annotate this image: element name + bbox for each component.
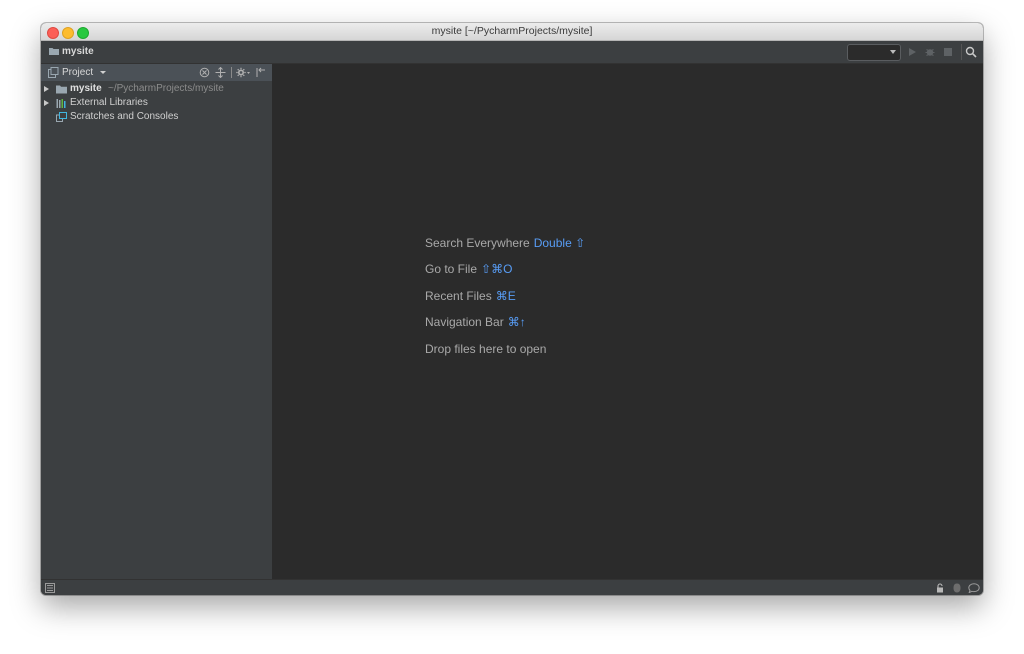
scroll-from-source-icon[interactable] — [199, 67, 210, 78]
ide-window: mysite [~/PycharmProjects/mysite] mysite — [41, 23, 983, 595]
window-title: mysite [~/PycharmProjects/mysite] — [431, 25, 593, 37]
stop-icon[interactable] — [942, 46, 954, 58]
search-icon[interactable] — [965, 46, 977, 58]
expand-arrow-icon[interactable] — [44, 86, 49, 92]
library-icon — [56, 99, 66, 108]
hint-label: Drop files here to open — [425, 342, 547, 356]
chevron-down-icon[interactable] — [100, 71, 106, 74]
scratches-icon — [56, 112, 67, 122]
tree-item-scratches[interactable]: Scratches and Consoles — [41, 110, 272, 124]
folder-icon — [49, 48, 59, 55]
editor-empty-area[interactable]: Search Everywhere Double ⇧ Go to File ⇧⌘O … — [273, 64, 983, 579]
run-configuration-select[interactable] — [847, 44, 901, 61]
navigation-bar: mysite — [41, 41, 983, 64]
lock-icon[interactable] — [935, 583, 945, 593]
hint-recent-files: Recent Files ⌘E — [425, 289, 516, 304]
hint-label: Navigation Bar — [425, 315, 504, 329]
hint-shortcut: ⌘↑ — [507, 315, 526, 329]
breadcrumb-mysite[interactable]: mysite — [62, 45, 94, 58]
tree-item-path: ~/PycharmProjects/mysite — [108, 83, 224, 94]
hide-panel-icon[interactable] — [255, 67, 266, 78]
header-divider — [231, 67, 232, 78]
project-view-icon — [48, 67, 59, 78]
run-icon[interactable] — [906, 46, 918, 58]
project-panel-header: Project — [41, 64, 272, 81]
folder-icon — [56, 85, 67, 94]
hint-shortcut: Double ⇧ — [533, 236, 586, 250]
hint-shortcut: ⇧⌘O — [481, 262, 513, 276]
hint-label: Recent Files — [425, 289, 492, 303]
tree-item-label: External Libraries — [70, 97, 148, 108]
debug-icon[interactable] — [924, 46, 936, 58]
hint-navigation-bar: Navigation Bar ⌘↑ — [425, 315, 526, 330]
collapse-all-icon[interactable] — [215, 67, 226, 78]
tree-item-label: mysite — [70, 83, 102, 94]
tree-item-mysite[interactable]: mysite ~/PycharmProjects/mysite — [41, 82, 272, 96]
project-view-selector[interactable]: Project — [62, 66, 93, 79]
chevron-down-icon — [890, 50, 896, 54]
tool-windows-toggle-icon[interactable] — [45, 583, 55, 593]
title-bar: mysite [~/PycharmProjects/mysite] — [41, 23, 983, 41]
hint-search-everywhere: Search Everywhere Double ⇧ — [425, 236, 585, 251]
status-bar — [41, 579, 983, 595]
tree-item-label: Scratches and Consoles — [70, 111, 179, 122]
hint-go-to-file: Go to File ⇧⌘O — [425, 262, 512, 277]
project-tool-window: Project mysite ~/PycharmProjects/mysite … — [41, 64, 273, 579]
hint-shortcut: ⌘E — [495, 289, 516, 303]
hint-label: Search Everywhere — [425, 236, 530, 250]
inspector-icon[interactable] — [952, 583, 962, 593]
expand-arrow-icon[interactable] — [44, 100, 49, 106]
gear-icon[interactable] — [236, 67, 250, 78]
tree-item-external-libraries[interactable]: External Libraries — [41, 96, 272, 110]
hint-label: Go to File — [425, 262, 478, 276]
hint-drop-files: Drop files here to open — [425, 342, 546, 357]
toolbar-divider — [961, 44, 962, 60]
event-log-icon[interactable] — [968, 583, 980, 593]
